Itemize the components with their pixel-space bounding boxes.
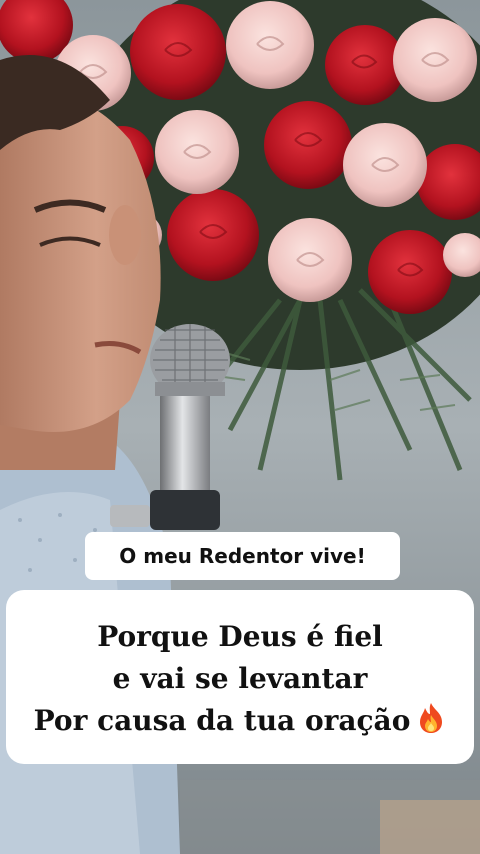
fire-icon	[420, 703, 443, 733]
caption-line-1: Porque Deus é fiel	[97, 620, 383, 653]
caption-line-3-wrap: Por causa da tua oração	[34, 700, 447, 742]
caption-title-box: O meu Redentor vive!	[85, 532, 400, 580]
caption-title: O meu Redentor vive!	[119, 544, 366, 568]
caption-line-3: Por causa da tua oração	[33, 704, 411, 737]
caption-line-2: e vai se levantar	[112, 662, 368, 695]
caption-lyrics-box: Porque Deus é fiel e vai se levantar Por…	[6, 590, 474, 764]
